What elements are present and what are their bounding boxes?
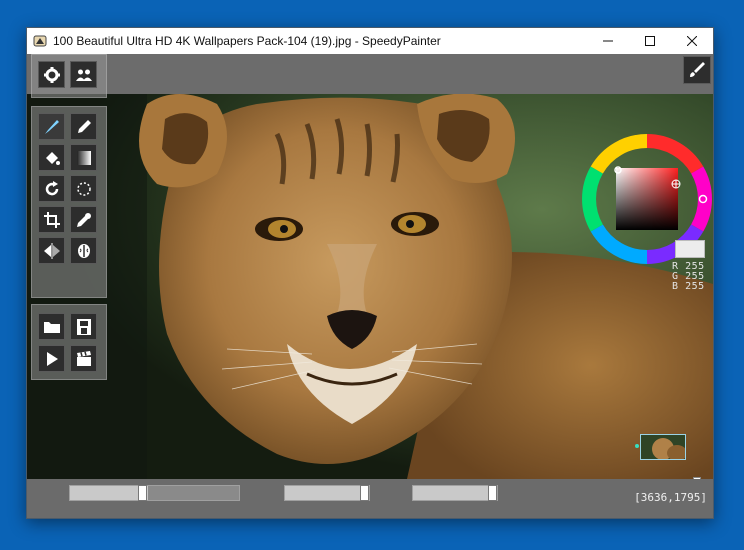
close-button[interactable] (671, 28, 713, 54)
brush-size-slider-knob[interactable] (138, 485, 147, 501)
file-tool-panel (31, 304, 107, 380)
bucket-icon (45, 151, 60, 165)
navigator-thumbnail[interactable] (640, 434, 686, 460)
pencil-icon (77, 119, 91, 133)
play-icon (46, 351, 58, 366)
canvas-top-strip (27, 54, 713, 94)
redo-icon (45, 180, 58, 195)
close-icon (687, 36, 697, 46)
cursor-coordinates: [3636,1795] (634, 491, 707, 504)
crop-tool-button[interactable] (38, 206, 65, 233)
save-icon (76, 318, 91, 335)
blue-value: 255 (685, 281, 705, 292)
brush-opacity-slider-knob[interactable] (360, 485, 369, 501)
brush-flow-slider-knob[interactable] (488, 485, 497, 501)
gradient-icon (76, 150, 91, 165)
brush-flow-slider[interactable] (412, 485, 498, 501)
brush-panel-toggle-button[interactable] (683, 56, 711, 84)
mirror-icon (43, 242, 60, 259)
current-color-swatch[interactable] (675, 240, 705, 258)
brush-size-slider[interactable] (69, 485, 240, 501)
play-button[interactable] (38, 345, 65, 372)
minimize-button[interactable] (587, 28, 629, 54)
minimize-icon (603, 40, 613, 42)
eyedropper-icon (76, 212, 91, 227)
save-file-button[interactable] (70, 313, 97, 340)
paint-tool-panel (31, 106, 107, 298)
crop-icon (43, 211, 60, 228)
navigator-marker (635, 444, 639, 448)
lasso-icon (76, 181, 91, 196)
rgb-readout: R 255 G 255 B 255 (672, 262, 705, 292)
open-file-button[interactable] (38, 313, 65, 340)
brush-opacity-slider[interactable] (284, 485, 370, 501)
clapper-button[interactable] (70, 345, 97, 372)
painting-canvas[interactable]: R 255 G 255 B 255 - - + (27, 54, 713, 479)
settings-button[interactable] (38, 61, 65, 88)
fill-tool-button[interactable] (38, 144, 65, 171)
maximize-icon (645, 36, 655, 46)
bottom-toolbar: [3636,1795] (27, 479, 713, 518)
brain-tool-button[interactable] (70, 237, 97, 264)
window-title: 100 Beautiful Ultra HD 4K Wallpapers Pac… (53, 34, 441, 48)
app-window: 100 Beautiful Ultra HD 4K Wallpapers Pac… (26, 27, 714, 519)
redo-tool-button[interactable] (38, 175, 65, 202)
top-tool-panel (31, 54, 107, 98)
speedypainter-app-icon (33, 34, 47, 48)
brush-size-slider-rest (148, 486, 239, 500)
folder-icon (43, 321, 60, 333)
brush-icon (44, 119, 59, 134)
gear-icon (43, 66, 60, 83)
brush-tool-button[interactable] (38, 113, 65, 140)
mirror-tool-button[interactable] (38, 237, 65, 264)
brush-icon (690, 62, 705, 77)
pencil-tool-button[interactable] (70, 113, 97, 140)
maximize-button[interactable] (629, 28, 671, 54)
users-button[interactable] (70, 61, 97, 88)
lasso-tool-button[interactable] (70, 175, 97, 202)
gradient-tool-button[interactable] (70, 144, 97, 171)
title-bar[interactable]: 100 Beautiful Ultra HD 4K Wallpapers Pac… (27, 28, 713, 54)
users-icon (75, 69, 92, 81)
blue-label: B (672, 281, 679, 292)
clapper-icon (76, 350, 91, 366)
brain-icon (77, 243, 90, 258)
eyedropper-tool-button[interactable] (70, 206, 97, 233)
